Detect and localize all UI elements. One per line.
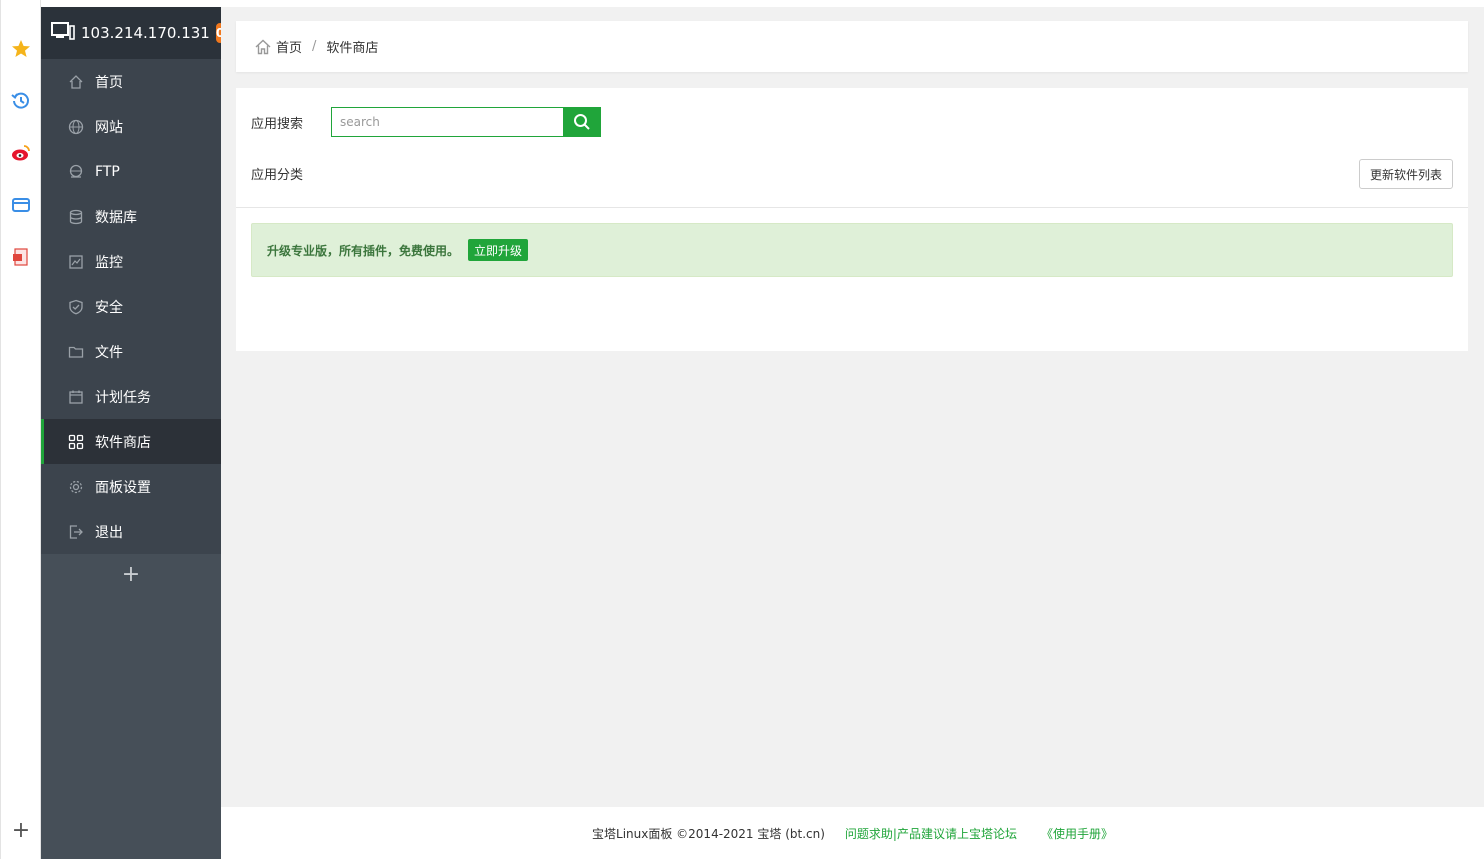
server-header: 103.214.170.131 0	[41, 7, 225, 59]
logout-icon	[68, 524, 84, 540]
sidebar: 103.214.170.131 0 首页 网站 FTP 数据库 监控 安全 文件…	[41, 7, 225, 859]
sidebar-item-website[interactable]: 网站	[41, 104, 221, 149]
sidebar-item-cron[interactable]: 计划任务	[41, 374, 221, 419]
sidebar-item-security[interactable]: 安全	[41, 284, 221, 329]
breadcrumb: 首页 / 软件商店	[236, 21, 1468, 72]
forum-link[interactable]: 问题求助|产品建议请上宝塔论坛	[845, 825, 1017, 842]
sidebar-item-software-store[interactable]: 软件商店	[41, 419, 221, 464]
copyright-text: 宝塔Linux面板 ©2014-2021 宝塔 (bt.cn)	[592, 826, 825, 841]
sidebar-item-label: FTP	[95, 163, 120, 180]
sidebar-item-label: 面板设置	[95, 479, 151, 496]
upgrade-promo: 升级专业版，所有插件，免费使用。 立即升级	[251, 223, 1453, 277]
server-ip: 103.214.170.131	[81, 24, 210, 42]
sidebar-item-panel-settings[interactable]: 面板设置	[41, 464, 221, 509]
home-icon	[68, 74, 84, 90]
pdf-icon[interactable]	[11, 247, 31, 267]
sidebar-item-label: 网站	[95, 119, 123, 136]
folder-icon	[68, 344, 84, 360]
sidebar-item-files[interactable]: 文件	[41, 329, 221, 374]
calendar-icon	[68, 389, 84, 405]
sidebar-item-label: 文件	[95, 344, 123, 361]
main-content: 首页 / 软件商店 应用搜索 应用分类 更新软件列表 升级专业版，所有插件，免费…	[221, 7, 1484, 807]
monitor-icon	[68, 254, 84, 270]
sidebar-menu: 首页 网站 FTP 数据库 监控 安全 文件 计划任务 软件商店 面板设置 退出	[41, 59, 221, 554]
search-row: 应用搜索	[251, 107, 601, 137]
sidebar-item-label: 数据库	[95, 209, 137, 226]
breadcrumb-home[interactable]: 首页	[276, 37, 302, 56]
sidebar-item-label: 软件商店	[95, 434, 151, 451]
sidebar-item-ftp[interactable]: FTP	[41, 149, 221, 194]
browser-side-strip: +	[0, 0, 41, 859]
sidebar-item-database[interactable]: 数据库	[41, 194, 221, 239]
manual-link[interactable]: 《使用手册》	[1041, 825, 1113, 842]
promo-text: 升级专业版，所有插件，免费使用。	[267, 243, 460, 258]
search-label: 应用搜索	[251, 116, 304, 132]
category-label: 应用分类	[251, 168, 304, 183]
sidebar-item-label: 安全	[95, 299, 123, 316]
gear-icon	[68, 479, 84, 495]
shield-icon	[68, 299, 84, 315]
sidebar-item-home[interactable]: 首页	[41, 59, 221, 104]
globe-icon	[68, 119, 84, 135]
history-icon[interactable]	[11, 91, 31, 111]
search-button[interactable]	[563, 107, 601, 137]
upgrade-now-button[interactable]: 立即升级	[468, 239, 529, 261]
divider	[236, 207, 1468, 208]
sidebar-item-monitor[interactable]: 监控	[41, 239, 221, 284]
search-input[interactable]	[331, 107, 563, 137]
footer: 宝塔Linux面板 ©2014-2021 宝塔 (bt.cn) 问题求助|产品建…	[221, 807, 1484, 859]
ftp-icon	[68, 164, 84, 180]
sidebar-item-label: 监控	[95, 254, 123, 271]
sidebar-lower: +	[41, 554, 221, 859]
add-shortcut-button[interactable]: +	[41, 562, 221, 587]
database-icon	[68, 209, 84, 225]
refresh-software-list-button[interactable]: 更新软件列表	[1359, 159, 1453, 189]
sidebar-item-label: 首页	[95, 74, 123, 91]
breadcrumb-separator: /	[312, 39, 317, 54]
star-icon[interactable]	[11, 39, 31, 59]
weibo-icon[interactable]	[11, 143, 31, 163]
monitor-icon	[51, 22, 75, 44]
home-icon[interactable]	[254, 38, 272, 56]
add-icon[interactable]: +	[11, 820, 31, 842]
search-icon	[573, 113, 591, 131]
sidebar-item-label: 退出	[95, 524, 123, 541]
grid-icon	[68, 434, 84, 450]
store-panel: 应用搜索 应用分类 更新软件列表 升级专业版，所有插件，免费使用。 立即升级	[236, 88, 1468, 351]
breadcrumb-current: 软件商店	[326, 41, 379, 56]
sidebar-item-label: 计划任务	[95, 389, 151, 406]
card-icon[interactable]	[11, 195, 31, 215]
sidebar-item-logout[interactable]: 退出	[41, 509, 221, 554]
